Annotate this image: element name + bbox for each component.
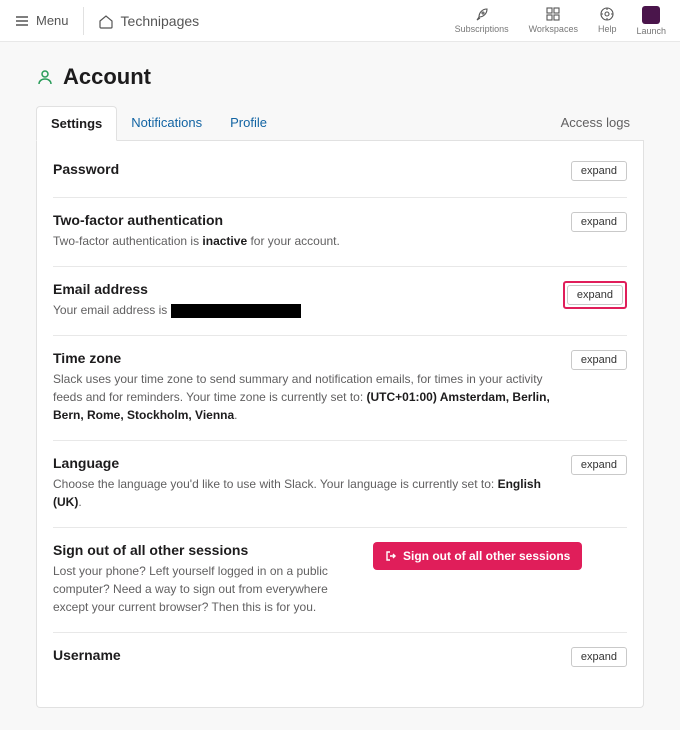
subscriptions-link[interactable]: Subscriptions: [455, 6, 509, 36]
language-title: Language: [53, 455, 561, 471]
help-icon: [599, 6, 615, 22]
signout-icon: [385, 550, 397, 562]
email-expand-button[interactable]: expand: [567, 285, 623, 305]
section-username: Username expand: [53, 633, 627, 683]
highlight-box: expand: [563, 281, 627, 309]
launch-label: Launch: [636, 26, 666, 36]
section-timezone: Time zone Slack uses your time zone to s…: [53, 336, 627, 441]
timezone-expand-button[interactable]: expand: [571, 350, 627, 370]
timezone-title: Time zone: [53, 350, 561, 366]
twofa-desc: Two-factor authentication is inactive fo…: [53, 232, 561, 250]
slack-icon: [642, 6, 660, 24]
grid-icon: [545, 6, 561, 22]
launch-link[interactable]: Launch: [636, 6, 666, 36]
person-icon: [36, 68, 54, 86]
section-twofa: Two-factor authentication Two-factor aut…: [53, 198, 627, 267]
twofa-status: inactive: [202, 234, 247, 248]
twofa-title: Two-factor authentication: [53, 212, 561, 228]
section-email: Email address Your email address is expa…: [53, 267, 627, 336]
help-link[interactable]: Help: [598, 6, 617, 36]
username-expand-button[interactable]: expand: [571, 647, 627, 667]
top-right-nav: Subscriptions Workspaces Help Launch: [455, 6, 666, 36]
language-desc: Choose the language you'd like to use wi…: [53, 475, 561, 511]
page-header: Account: [36, 64, 644, 90]
divider: [83, 7, 84, 35]
signout-desc: Lost your phone? Left yourself logged in…: [53, 562, 363, 616]
section-language: Language Choose the language you'd like …: [53, 441, 627, 528]
home-icon: [98, 13, 114, 29]
signout-button-label: Sign out of all other sessions: [403, 549, 570, 563]
password-title: Password: [53, 161, 561, 177]
hamburger-icon: [14, 13, 30, 29]
username-title: Username: [53, 647, 561, 663]
workspace-link[interactable]: Technipages: [98, 13, 200, 29]
subscriptions-label: Subscriptions: [455, 24, 509, 34]
email-redacted: [171, 304, 301, 318]
email-title: Email address: [53, 281, 553, 297]
timezone-desc: Slack uses your time zone to send summar…: [53, 370, 561, 424]
workspaces-link[interactable]: Workspaces: [529, 6, 578, 36]
twofa-expand-button[interactable]: expand: [571, 212, 627, 232]
help-label: Help: [598, 24, 617, 34]
tab-profile[interactable]: Profile: [216, 106, 281, 140]
tabs: Settings Notifications Profile Access lo…: [36, 106, 644, 141]
signout-button[interactable]: Sign out of all other sessions: [373, 542, 582, 570]
section-signout: Sign out of all other sessions Lost your…: [53, 528, 627, 633]
menu-button[interactable]: Menu: [14, 13, 69, 29]
menu-label: Menu: [36, 13, 69, 28]
signout-title: Sign out of all other sessions: [53, 542, 363, 558]
tab-notifications[interactable]: Notifications: [117, 106, 216, 140]
page-title: Account: [63, 64, 151, 90]
rocket-icon: [474, 6, 490, 22]
settings-panel: Password expand Two-factor authenticatio…: [36, 141, 644, 708]
workspace-name: Technipages: [121, 13, 200, 29]
email-desc: Your email address is: [53, 301, 553, 319]
top-bar: Menu Technipages Subscriptions Workspace…: [0, 0, 680, 42]
workspaces-label: Workspaces: [529, 24, 578, 34]
tab-access-logs[interactable]: Access logs: [547, 106, 644, 140]
section-password: Password expand: [53, 147, 627, 198]
language-expand-button[interactable]: expand: [571, 455, 627, 475]
tab-settings[interactable]: Settings: [36, 106, 117, 141]
password-expand-button[interactable]: expand: [571, 161, 627, 181]
